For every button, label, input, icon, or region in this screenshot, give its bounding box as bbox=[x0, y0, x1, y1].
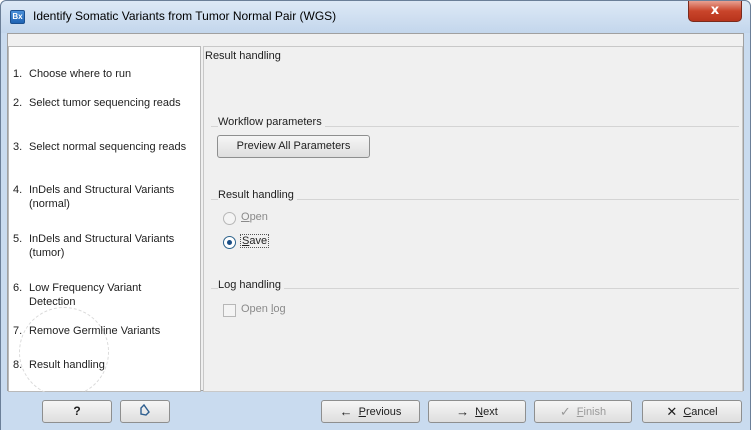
step-label: Result handling bbox=[29, 359, 105, 371]
save-option-label[interactable]: Save bbox=[239, 234, 270, 248]
step-number: 2. bbox=[13, 97, 23, 109]
workflow-parameters-label: Workflow parameters bbox=[218, 116, 325, 128]
mnemonic-o: O bbox=[241, 211, 250, 223]
panel-title: Result handling bbox=[205, 50, 281, 62]
step-label: Low Frequency Variant Detection bbox=[29, 282, 142, 308]
close-button[interactable]: x bbox=[688, 1, 742, 22]
reset-button[interactable] bbox=[120, 400, 170, 423]
step-label: Remove Germline Variants bbox=[29, 325, 161, 337]
step-label: Select normal sequencing reads bbox=[29, 141, 187, 153]
arrow-left-icon: ← bbox=[339, 404, 353, 419]
cancel-text: ancel bbox=[691, 406, 718, 418]
cancel-button[interactable]: ✕ Cancel bbox=[642, 400, 742, 423]
open-option-label[interactable]: Open bbox=[241, 211, 268, 223]
next-button[interactable]: → Next bbox=[428, 400, 526, 423]
step-number: 5. bbox=[13, 233, 23, 245]
open-log-checkbox[interactable] bbox=[223, 304, 236, 317]
step-label: InDels and Structural Variants (tumor) bbox=[29, 233, 175, 259]
close-icon: ✕ bbox=[666, 404, 678, 419]
step-number: 7. bbox=[13, 325, 23, 337]
mnemonic-n: N bbox=[475, 406, 484, 418]
arrow-right-icon: → bbox=[456, 404, 470, 419]
settings-panel bbox=[203, 46, 743, 392]
mnemonic-p: P bbox=[358, 406, 366, 418]
help-button[interactable]: ? bbox=[42, 400, 112, 423]
log-handling-label: Log handling bbox=[218, 279, 285, 291]
step-label: Select tumor sequencing reads bbox=[29, 97, 181, 109]
step-number: 6. bbox=[13, 282, 23, 294]
reset-icon bbox=[140, 403, 150, 416]
previous-text: revious bbox=[365, 406, 402, 418]
app-icon: Bx bbox=[10, 10, 25, 24]
previous-button[interactable]: ← Previous bbox=[321, 400, 420, 423]
save-text: ave bbox=[249, 235, 268, 247]
help-icon: ? bbox=[73, 404, 81, 418]
step-label: Choose where to run bbox=[29, 68, 132, 80]
save-radio[interactable] bbox=[223, 236, 236, 249]
open-text: pen bbox=[249, 211, 268, 223]
window-title: Identify Somatic Variants from Tumor Nor… bbox=[33, 9, 337, 23]
finish-text: inish bbox=[583, 406, 607, 418]
watermark-seal bbox=[19, 307, 109, 397]
dialog-window: Bx Identify Somatic Variants from Tumor … bbox=[0, 0, 751, 430]
preview-all-parameters-button[interactable]: Preview All Parameters bbox=[217, 135, 370, 158]
mnemonic-f: F bbox=[576, 406, 584, 418]
step-number: 8. bbox=[13, 359, 23, 371]
check-icon: ✓ bbox=[559, 404, 571, 419]
next-text: ext bbox=[483, 406, 498, 418]
finish-button[interactable]: ✓ Finish bbox=[534, 400, 632, 423]
open-log-text: Open bbox=[241, 303, 271, 315]
title-bar[interactable]: Bx Identify Somatic Variants from Tumor … bbox=[1, 1, 750, 33]
log-handling-group bbox=[211, 288, 739, 289]
open-radio[interactable] bbox=[223, 212, 236, 225]
open-log-label[interactable]: Open log bbox=[241, 303, 286, 315]
step-label: InDels and Structural Variants (normal) bbox=[29, 184, 175, 210]
result-handling-label: Result handling bbox=[218, 189, 297, 201]
open-log-rest: og bbox=[273, 303, 286, 315]
step-number: 1. bbox=[13, 68, 23, 80]
step-number: 3. bbox=[13, 141, 23, 153]
step-number: 4. bbox=[13, 184, 23, 196]
